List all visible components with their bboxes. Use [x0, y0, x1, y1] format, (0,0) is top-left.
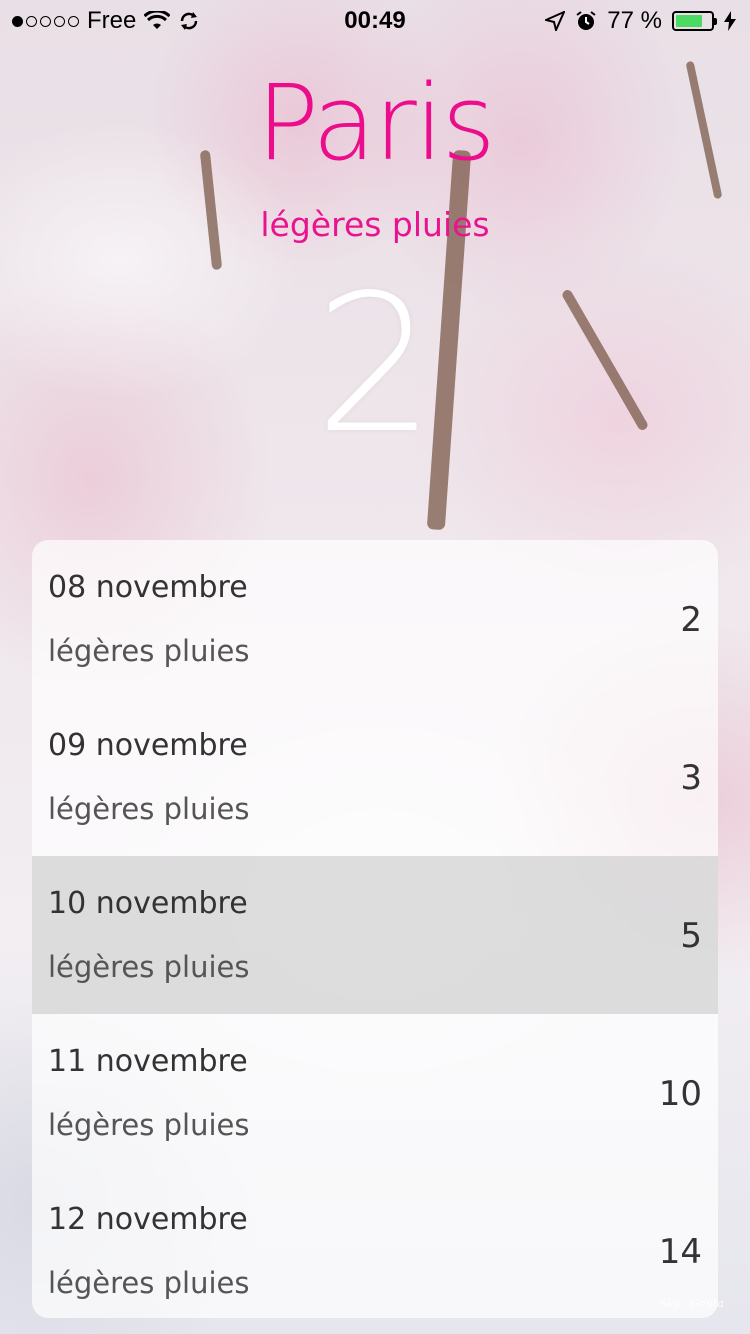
forecast-date: 12 novembre [48, 1202, 248, 1237]
forecast-temperature: 3 [680, 758, 702, 798]
forecast-row[interactable]: 11 novembre légères pluies 10 [32, 1014, 718, 1172]
current-temperature: 2 [314, 254, 436, 475]
forecast-row-selected[interactable]: 10 novembre légères pluies 5 [32, 856, 718, 1014]
city-name: Paris [256, 62, 496, 184]
status-right: 77 % [545, 7, 736, 35]
forecast-temperature: 10 [658, 1074, 702, 1114]
current-condition: légères pluies [260, 205, 490, 244]
forecast-temperature: 2 [680, 600, 702, 640]
forecast-row[interactable]: 08 novembre légères pluies 2 [32, 540, 718, 698]
forecast-list: 08 novembre légères pluies 2 09 novembre… [32, 540, 718, 1318]
status-bar: Free 00:49 77 % [0, 0, 750, 40]
battery-icon [672, 11, 717, 31]
alarm-icon [576, 11, 596, 30]
forecast-temperature: 14 [658, 1232, 702, 1272]
forecast-condition: légères pluies [48, 1266, 250, 1300]
forecast-date: 11 novembre [48, 1044, 248, 1079]
forecast-condition: légères pluies [48, 950, 250, 984]
battery-percent: 77 % [607, 7, 662, 34]
watermark: Sky - Genta [659, 1297, 725, 1310]
forecast-temperature: 5 [680, 916, 702, 956]
forecast-condition: légères pluies [48, 1108, 250, 1142]
forecast-row[interactable]: 09 novembre légères pluies 3 [32, 698, 718, 856]
forecast-date: 10 novembre [48, 886, 248, 921]
charging-bolt-icon [724, 11, 736, 31]
forecast-condition: légères pluies [48, 792, 250, 826]
forecast-row[interactable]: 12 novembre légères pluies 14 [32, 1172, 718, 1318]
forecast-date: 08 novembre [48, 570, 248, 605]
forecast-date: 09 novembre [48, 728, 248, 763]
battery-fill [676, 15, 703, 27]
location-arrow-icon [545, 11, 566, 31]
forecast-condition: légères pluies [48, 634, 250, 668]
